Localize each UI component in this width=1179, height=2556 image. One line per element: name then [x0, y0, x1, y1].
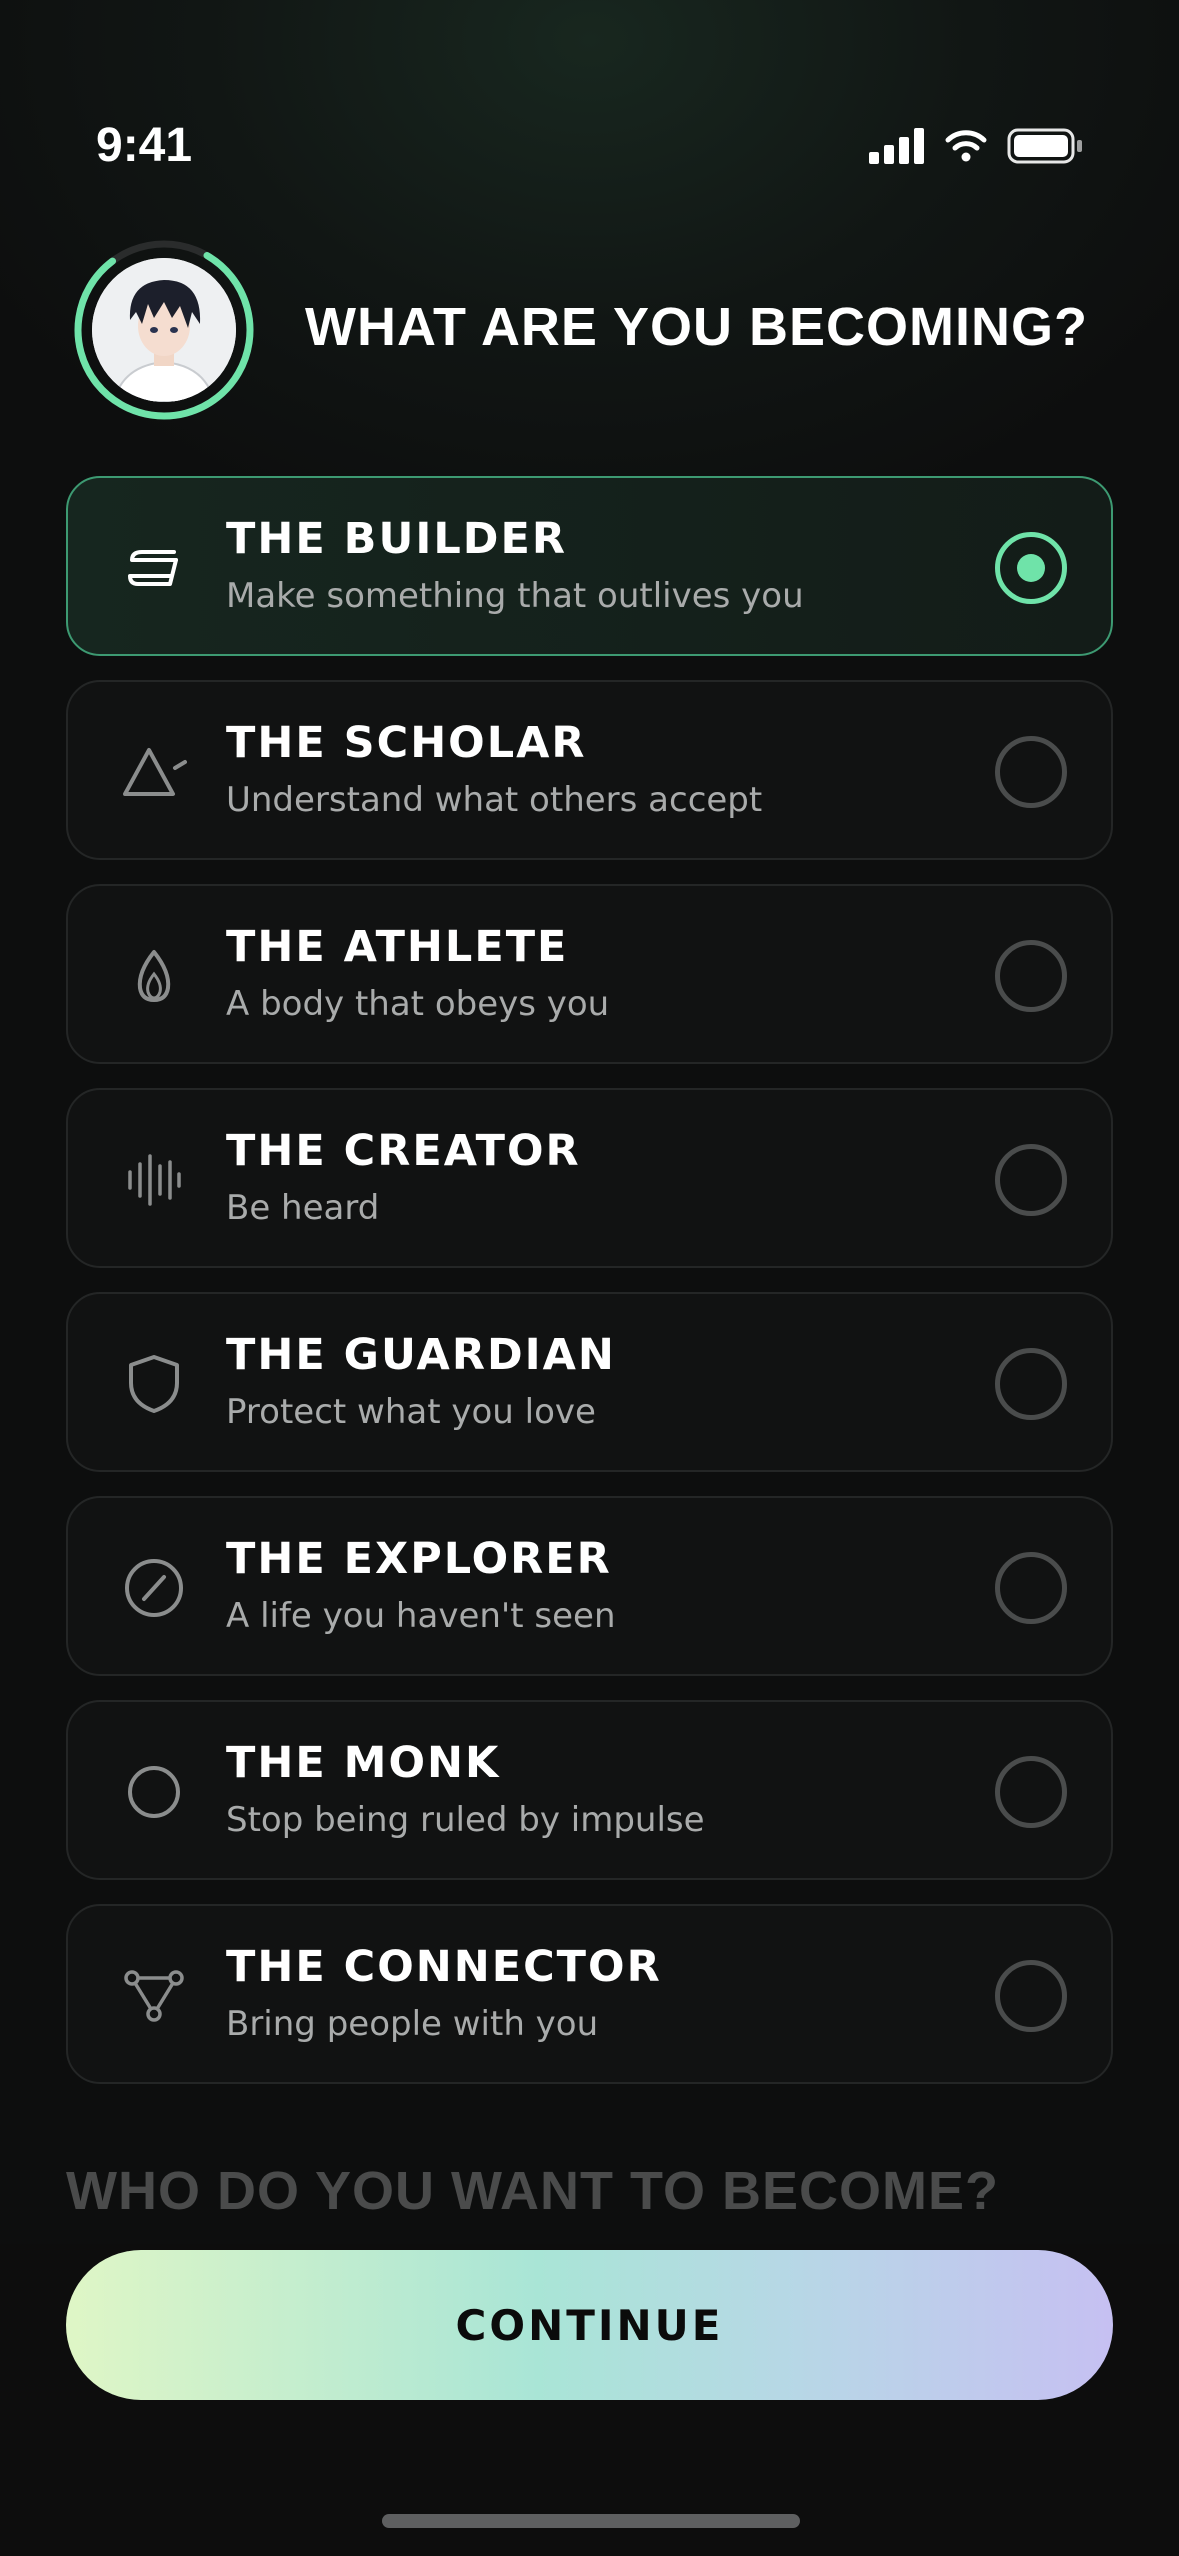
network-icon	[120, 1962, 188, 2030]
wifi-icon	[945, 130, 987, 162]
option-subtitle: A body that obeys you	[226, 984, 610, 1024]
option-builder[interactable]: THE BUILDER Make something that outlives…	[66, 476, 1113, 656]
radio-dot	[1017, 554, 1045, 582]
option-title: THE ATHLETE	[226, 922, 569, 972]
option-guardian[interactable]: THE GUARDIAN Protect what you love	[66, 1292, 1113, 1472]
option-title: THE BUILDER	[226, 514, 567, 564]
option-subtitle: Stop being ruled by impulse	[226, 1800, 705, 1840]
option-explorer[interactable]: THE EXPLORER A life you haven't seen	[66, 1496, 1113, 1676]
continue-button[interactable]: CONTINUE	[66, 2250, 1113, 2400]
compass-icon	[120, 1554, 188, 1622]
radio-unselected[interactable]	[995, 940, 1067, 1012]
option-subtitle: Understand what others accept	[226, 780, 763, 820]
avatar-portrait	[92, 258, 236, 402]
soundwave-icon	[120, 1146, 188, 1214]
builder-icon	[120, 534, 188, 602]
option-connector[interactable]: THE CONNECTOR Bring people with you	[66, 1904, 1113, 2084]
cellular-signal-icon	[869, 128, 924, 164]
option-title: THE SCHOLAR	[226, 718, 587, 768]
option-subtitle: Protect what you love	[226, 1392, 596, 1432]
shield-icon	[120, 1350, 188, 1418]
flame-icon	[120, 942, 188, 1010]
radio-unselected[interactable]	[995, 1348, 1067, 1420]
radio-unselected[interactable]	[995, 1756, 1067, 1828]
avatar-progress	[72, 238, 256, 422]
next-question-heading: WHO DO YOU WANT TO BECOME?	[66, 2161, 1000, 2221]
option-title: THE MONK	[226, 1738, 501, 1788]
option-title: THE CREATOR	[226, 1126, 581, 1176]
battery-icon	[1007, 128, 1082, 164]
option-creator[interactable]: THE CREATOR Be heard	[66, 1088, 1113, 1268]
radio-unselected[interactable]	[995, 736, 1067, 808]
avatar	[92, 258, 236, 402]
option-athlete[interactable]: THE ATHLETE A body that obeys you	[66, 884, 1113, 1064]
option-title: THE EXPLORER	[226, 1534, 612, 1584]
home-indicator	[382, 2514, 800, 2528]
option-subtitle: Be heard	[226, 1188, 380, 1228]
option-monk[interactable]: THE MONK Stop being ruled by impulse	[66, 1700, 1113, 1880]
option-subtitle: Make something that outlives you	[226, 576, 804, 616]
option-title: THE GUARDIAN	[226, 1330, 616, 1380]
option-title: THE CONNECTOR	[226, 1942, 662, 1992]
radio-unselected[interactable]	[995, 1960, 1067, 2032]
triangle-icon	[120, 738, 188, 806]
page-title: WHAT ARE YOU BECOMING?	[305, 297, 1088, 357]
circle-icon	[120, 1758, 188, 1826]
options-list: THE BUILDER Make something that outlives…	[66, 476, 1113, 2108]
option-subtitle: A life you haven't seen	[226, 1596, 616, 1636]
status-bar: 9:41	[0, 0, 1179, 172]
option-subtitle: Bring people with you	[226, 2004, 599, 2044]
radio-unselected[interactable]	[995, 1552, 1067, 1624]
radio-unselected[interactable]	[995, 1144, 1067, 1216]
status-time: 9:41	[96, 119, 193, 172]
option-scholar[interactable]: THE SCHOLAR Understand what others accep…	[66, 680, 1113, 860]
radio-selected[interactable]	[995, 532, 1067, 604]
